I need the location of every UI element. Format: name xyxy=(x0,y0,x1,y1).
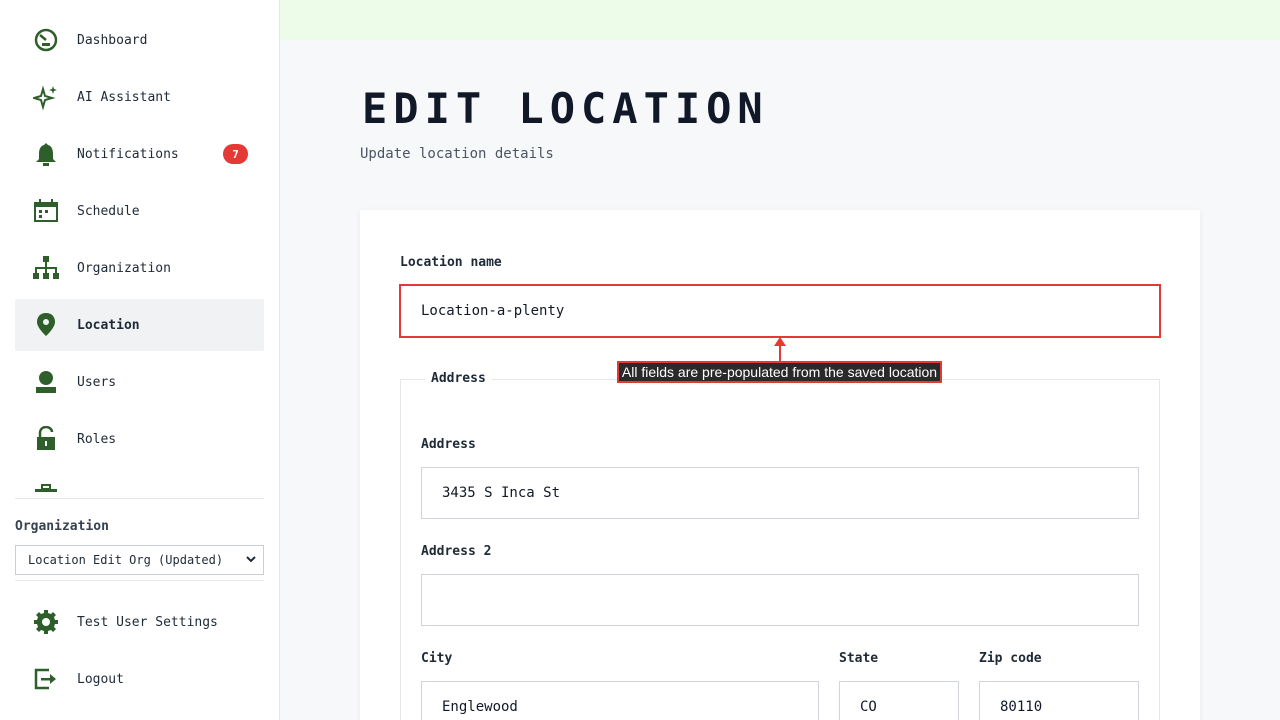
sidebar-item-label: Dashboard xyxy=(77,32,148,48)
sidebar-item-partial[interactable] xyxy=(15,470,264,492)
sidebar-item-label: Notifications xyxy=(77,146,179,162)
sidebar-item-location[interactable]: Location xyxy=(15,299,264,351)
sidebar-item-label: Organization xyxy=(77,260,171,276)
sidebar-item-label: Test User Settings xyxy=(77,614,218,630)
organization-label: Organization xyxy=(15,519,109,534)
sidebar-item-schedule[interactable]: Schedule xyxy=(15,185,264,237)
chevron-down-icon xyxy=(245,553,257,568)
page-title: EDIT LOCATION xyxy=(362,84,769,133)
sidebar-divider xyxy=(15,580,264,581)
page-subtitle: Update location details xyxy=(360,146,554,162)
state-label: State xyxy=(839,651,879,666)
location-name-input[interactable]: Location-a-plenty xyxy=(399,284,1161,338)
gear-icon xyxy=(33,609,59,635)
sidebar-item-label: Schedule xyxy=(77,203,140,219)
user-icon xyxy=(33,369,59,395)
sidebar-item-logout[interactable]: Logout xyxy=(15,653,264,705)
location-name-label: Location name xyxy=(400,255,502,270)
annotation-callout: All fields are pre-populated from the sa… xyxy=(617,361,942,383)
sidebar-item-settings[interactable]: Test User Settings xyxy=(15,596,264,648)
calendar-icon xyxy=(33,198,59,224)
address-fieldset xyxy=(400,379,1160,720)
briefcase-icon xyxy=(33,483,59,492)
address2-input[interactable] xyxy=(421,574,1139,626)
sidebar-nav: Dashboard AI Assistant Notifications 7 S… xyxy=(15,14,264,492)
sidebar-item-label: Roles xyxy=(77,431,117,447)
address2-label: Address 2 xyxy=(421,544,492,559)
dashboard-icon xyxy=(33,27,59,53)
sidebar-item-label: Location xyxy=(77,317,140,333)
zip-input[interactable]: 80110 xyxy=(979,681,1139,720)
address-label: Address xyxy=(421,437,476,452)
annotation-arrow-line xyxy=(779,344,781,361)
sidebar-item-label: AI Assistant xyxy=(77,89,171,105)
sidebar-bottom-nav: Test User Settings Logout xyxy=(15,596,264,710)
state-input[interactable]: CO xyxy=(839,681,959,720)
sidebar-item-dashboard[interactable]: Dashboard xyxy=(15,14,264,66)
sidebar: Dashboard AI Assistant Notifications 7 S… xyxy=(0,0,280,720)
address-group-legend: Address xyxy=(425,371,492,386)
notification-badge: 7 xyxy=(223,144,248,164)
lock-icon xyxy=(33,426,59,452)
sidebar-item-label: Users xyxy=(77,374,117,390)
sparkle-icon xyxy=(33,84,59,110)
city-label: City xyxy=(421,651,453,666)
top-bar xyxy=(280,0,1280,40)
zip-label: Zip code xyxy=(979,651,1042,666)
logout-icon xyxy=(33,666,59,692)
map-pin-icon xyxy=(33,312,59,338)
sidebar-item-label: Logout xyxy=(77,671,124,687)
address-input[interactable]: 3435 S Inca St xyxy=(421,467,1139,519)
sidebar-item-users[interactable]: Users xyxy=(15,356,264,408)
sidebar-divider xyxy=(15,498,264,499)
organization-select[interactable]: Location Edit Org (Updated) xyxy=(15,545,264,575)
sidebar-item-roles[interactable]: Roles xyxy=(15,413,264,465)
city-input[interactable]: Englewood xyxy=(421,681,819,720)
organization-select-value: Location Edit Org (Updated) xyxy=(28,553,224,567)
bell-icon xyxy=(33,141,59,167)
sidebar-item-ai-assistant[interactable]: AI Assistant xyxy=(15,71,264,123)
org-chart-icon xyxy=(33,255,59,281)
sidebar-item-organization[interactable]: Organization xyxy=(15,242,264,294)
sidebar-item-notifications[interactable]: Notifications 7 xyxy=(15,128,264,180)
